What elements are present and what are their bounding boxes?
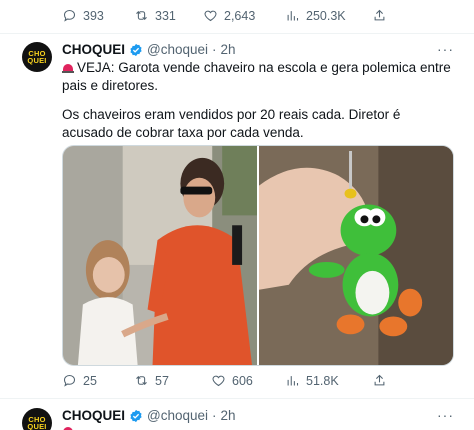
timestamp[interactable]: 2h	[221, 42, 236, 57]
verified-badge-icon	[130, 43, 142, 56]
avatar-text-bottom: QUEI	[27, 56, 47, 65]
keychain-photo	[259, 146, 453, 365]
view-count: 51.8K	[306, 373, 339, 388]
heart-icon	[204, 10, 217, 22]
repost-icon	[136, 375, 147, 386]
more-options-icon[interactable]: ···	[437, 41, 454, 57]
siren-icon	[62, 425, 74, 430]
like-count: 2,643	[224, 8, 256, 23]
author-handle[interactable]: @choquei	[147, 408, 208, 423]
street-photo	[63, 146, 257, 365]
tweet[interactable]: CHO QUEI CHOQUEI @choquei · 2h ··· VEJA:…	[0, 34, 474, 400]
share-button[interactable]	[372, 8, 387, 23]
avatar[interactable]: CHO QUEI	[22, 42, 52, 72]
like-button[interactable]: 606	[211, 373, 253, 388]
repost-count: 331	[155, 8, 176, 23]
repost-count: 57	[155, 373, 169, 388]
tweet[interactable]: CHO QUEI CHOQUEI @choquei · 2h ···	[0, 399, 474, 430]
separator-dot: ·	[212, 408, 217, 423]
author-name[interactable]: CHOQUEI	[62, 408, 125, 423]
reply-icon	[63, 9, 76, 22]
photo-keychain[interactable]	[259, 146, 453, 365]
tweet-media[interactable]	[62, 145, 454, 366]
share-icon	[374, 9, 385, 21]
reply-count: 25	[83, 373, 97, 388]
reply-icon	[63, 374, 76, 387]
author-name[interactable]: CHOQUEI	[62, 42, 125, 57]
tweet-actions: 25 57 606 51.8K	[0, 371, 474, 391]
tweet-header: CHOQUEI @choquei · 2h	[62, 408, 236, 423]
views-button[interactable]: 250.3K	[285, 8, 346, 23]
tweet-text-line2: Os chaveiros eram vendidos por 20 reais …	[62, 106, 454, 141]
reply-count: 393	[83, 8, 104, 23]
repost-button[interactable]: 331	[134, 8, 176, 23]
views-button[interactable]: 51.8K	[285, 373, 339, 388]
share-button[interactable]	[372, 373, 387, 388]
avatar-text-bottom: QUEI	[27, 422, 47, 430]
reply-button[interactable]: 393	[62, 8, 104, 23]
views-icon	[287, 376, 299, 386]
heart-icon	[212, 375, 225, 387]
repost-icon	[136, 10, 147, 21]
like-count: 606	[232, 373, 253, 388]
photo-mother-daughter[interactable]	[63, 146, 257, 365]
tweet-text-1: VEJA: Garota vende chaveiro na escola e …	[62, 60, 451, 93]
author-handle[interactable]: @choquei	[147, 42, 208, 57]
verified-badge-icon	[130, 409, 142, 422]
tweet-text-2: Os chaveiros eram vendidos por 20 reais …	[62, 107, 401, 140]
share-icon	[374, 374, 385, 386]
siren-icon	[62, 62, 74, 73]
separator-dot: ·	[212, 42, 217, 57]
views-icon	[287, 11, 299, 21]
reply-button[interactable]: 25	[62, 373, 97, 388]
tweet-header: CHOQUEI @choquei · 2h	[62, 42, 236, 57]
more-options-icon[interactable]: ···	[437, 407, 454, 423]
like-button[interactable]: 2,643	[203, 8, 255, 23]
tweet-text-line1: VEJA: Garota vende chaveiro na escola e …	[62, 59, 454, 94]
timestamp[interactable]: 2h	[221, 408, 236, 423]
repost-button[interactable]: 57	[134, 373, 169, 388]
avatar[interactable]: CHO QUEI	[22, 408, 52, 430]
view-count: 250.3K	[306, 8, 346, 23]
